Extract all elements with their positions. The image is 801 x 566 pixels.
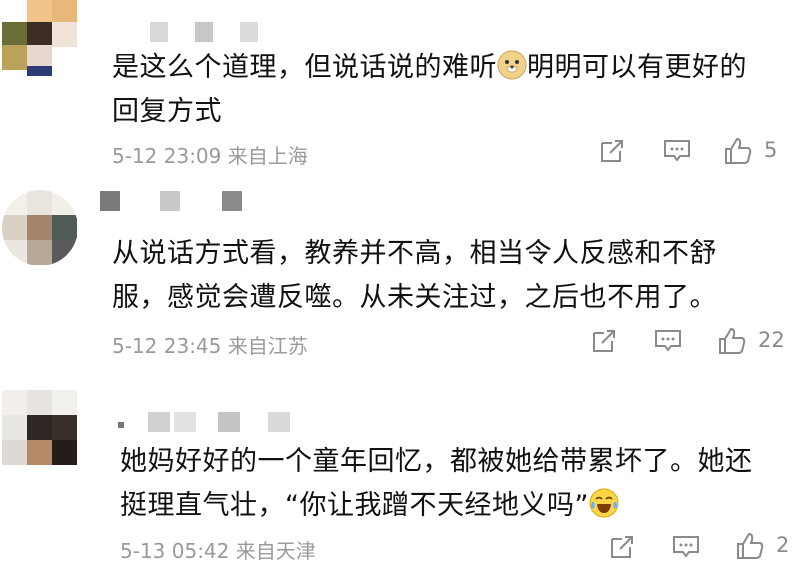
username-redacted[interactable] [100,191,260,211]
comment-meta: 5-13 05:42 来自天津 [120,535,316,564]
like-button[interactable]: 2 [734,530,800,560]
like-count: 5 [764,138,778,162]
comment-text: 她妈好好的一个童年回忆，都被她给带累坏了。她还 挺理直气壮，“你让我蹭不天经地义… [120,446,753,521]
comment-location: 来自天津 [235,539,316,563]
like-count: 22 [758,328,785,352]
share-icon[interactable] [608,533,636,563]
doge-emoji [497,50,527,80]
avatar[interactable] [2,390,78,466]
like-button[interactable]: 5 [722,135,782,165]
share-icon[interactable] [598,137,626,167]
thumbs-up-icon [719,327,746,354]
username-redacted[interactable] [150,22,350,42]
avatar[interactable] [2,190,78,266]
comment-text: 是这么个道理，但说话说的难听 明明可以有更好的 回复方式 [112,50,747,127]
username-redacted[interactable] [118,412,298,432]
like-button[interactable]: 22 [716,325,800,355]
thumbs-up-icon [725,137,752,164]
comment-icon[interactable] [653,327,683,357]
thumbs-up-icon [737,532,764,559]
comment-date: 5-12 23:45 [112,334,222,358]
comment-icon[interactable] [662,137,692,167]
comment-date: 5-13 05:42 [120,539,230,563]
comment-location: 来自上海 [227,144,308,168]
laugh-cry-emoji [589,488,619,518]
comment-text: 从说话方式看，教养并不高，相当令人反感和不舒 服，感觉会遭反噬。从未关注过，之后… [112,238,717,313]
comment-location: 来自江苏 [227,334,308,358]
avatar[interactable] [2,0,78,76]
comment-meta: 5-12 23:45 来自江苏 [112,330,308,359]
comment-icon[interactable] [671,533,701,563]
share-icon[interactable] [590,327,618,357]
comment-date: 5-12 23:09 [112,144,222,168]
comment-meta: 5-12 23:09 来自上海 [112,140,308,169]
like-count: 2 [776,533,790,557]
